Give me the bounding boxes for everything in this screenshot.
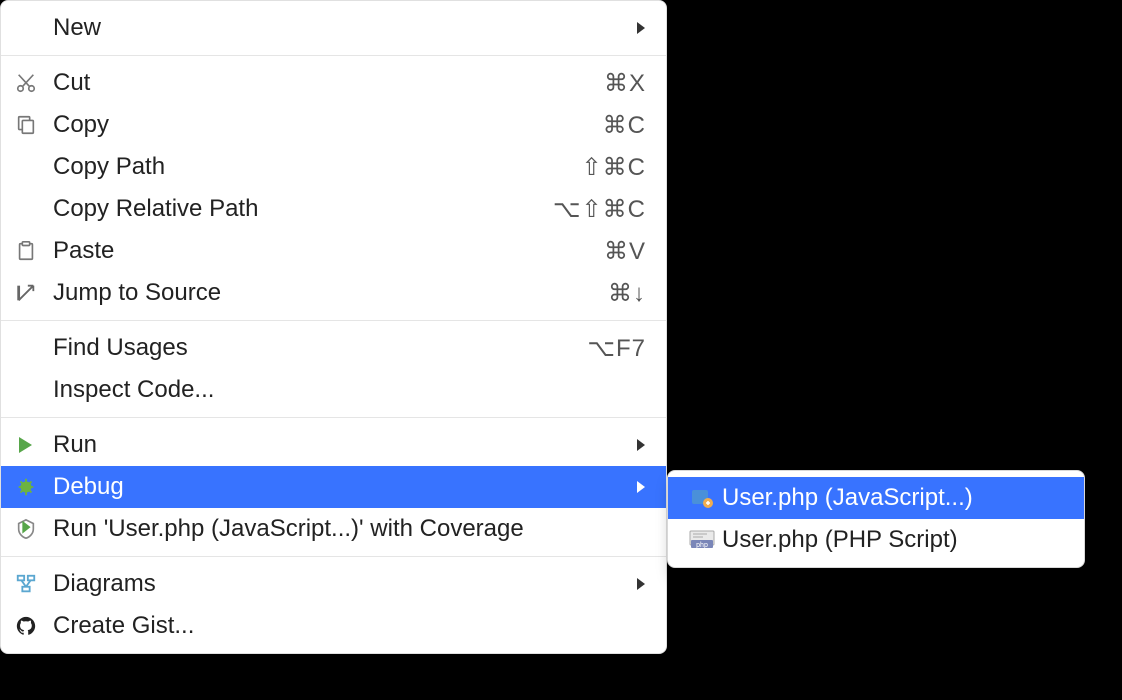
submenu-arrow-icon <box>636 21 646 35</box>
menu-label: Inspect Code... <box>53 376 646 404</box>
menu-item-jump-to-source[interactable]: Jump to Source ⌘↓ <box>1 272 666 314</box>
shortcut: ⌘V <box>604 237 646 266</box>
debug-icon <box>15 476 53 498</box>
shortcut: ⌘X <box>604 69 646 98</box>
coverage-icon <box>15 518 53 540</box>
separator <box>1 320 666 321</box>
submenu-arrow-icon <box>636 577 646 591</box>
menu-item-paste[interactable]: Paste ⌘V <box>1 230 666 272</box>
menu-label: Run 'User.php (JavaScript...)' with Cove… <box>53 515 646 543</box>
menu-label: New <box>53 14 624 42</box>
menu-item-copy[interactable]: Copy ⌘C <box>1 104 666 146</box>
jump-icon <box>15 282 53 304</box>
separator <box>1 417 666 418</box>
github-icon <box>15 615 53 637</box>
shortcut: ⌘↓ <box>608 279 646 308</box>
php-icon: php <box>682 530 722 550</box>
menu-label: Cut <box>53 69 604 97</box>
menu-item-find-usages[interactable]: Find Usages ⌥F7 <box>1 327 666 369</box>
submenu-item-php[interactable]: php User.php (PHP Script) <box>668 519 1084 561</box>
menu-label: Copy <box>53 111 603 139</box>
js-debug-icon <box>682 486 722 510</box>
menu-item-copy-relative-path[interactable]: Copy Relative Path ⌥⇧⌘C <box>1 188 666 230</box>
submenu-label: User.php (PHP Script) <box>722 526 1064 554</box>
menu-item-cut[interactable]: Cut ⌘X <box>1 62 666 104</box>
menu-label: Copy Path <box>53 153 582 181</box>
shortcut: ⌥⇧⌘C <box>553 195 646 224</box>
menu-label: Jump to Source <box>53 279 608 307</box>
menu-label: Run <box>53 431 624 459</box>
shortcut: ⌘C <box>603 111 646 140</box>
debug-submenu: User.php (JavaScript...) php User.php (P… <box>667 470 1085 568</box>
menu-item-new[interactable]: New <box>1 7 666 49</box>
submenu-label: User.php (JavaScript...) <box>722 484 1064 512</box>
menu-item-copy-path[interactable]: Copy Path ⇧⌘C <box>1 146 666 188</box>
paste-icon <box>15 240 53 262</box>
menu-item-run-with-coverage[interactable]: Run 'User.php (JavaScript...)' with Cove… <box>1 508 666 550</box>
separator <box>1 556 666 557</box>
menu-item-diagrams[interactable]: Diagrams <box>1 563 666 605</box>
menu-label: Diagrams <box>53 570 624 598</box>
menu-item-inspect-code[interactable]: Inspect Code... <box>1 369 666 411</box>
menu-label: Find Usages <box>53 334 587 362</box>
separator <box>1 55 666 56</box>
menu-label: Create Gist... <box>53 612 646 640</box>
diagrams-icon <box>15 573 53 595</box>
submenu-arrow-icon <box>636 480 646 494</box>
shortcut: ⇧⌘C <box>582 153 646 182</box>
menu-item-debug[interactable]: Debug <box>1 466 666 508</box>
menu-label: Debug <box>53 473 624 501</box>
menu-item-run[interactable]: Run <box>1 424 666 466</box>
svg-text:php: php <box>696 542 708 549</box>
submenu-arrow-icon <box>636 438 646 452</box>
menu-label: Paste <box>53 237 604 265</box>
menu-label: Copy Relative Path <box>53 195 553 223</box>
menu-item-create-gist[interactable]: Create Gist... <box>1 605 666 647</box>
cut-icon <box>15 72 53 94</box>
submenu-item-js-debug[interactable]: User.php (JavaScript...) <box>668 477 1084 519</box>
copy-icon <box>15 114 53 136</box>
shortcut: ⌥F7 <box>587 334 646 363</box>
run-icon <box>15 435 53 455</box>
context-menu: New Cut ⌘X Copy ⌘C Copy Path ⇧⌘C Copy Re… <box>0 0 667 654</box>
